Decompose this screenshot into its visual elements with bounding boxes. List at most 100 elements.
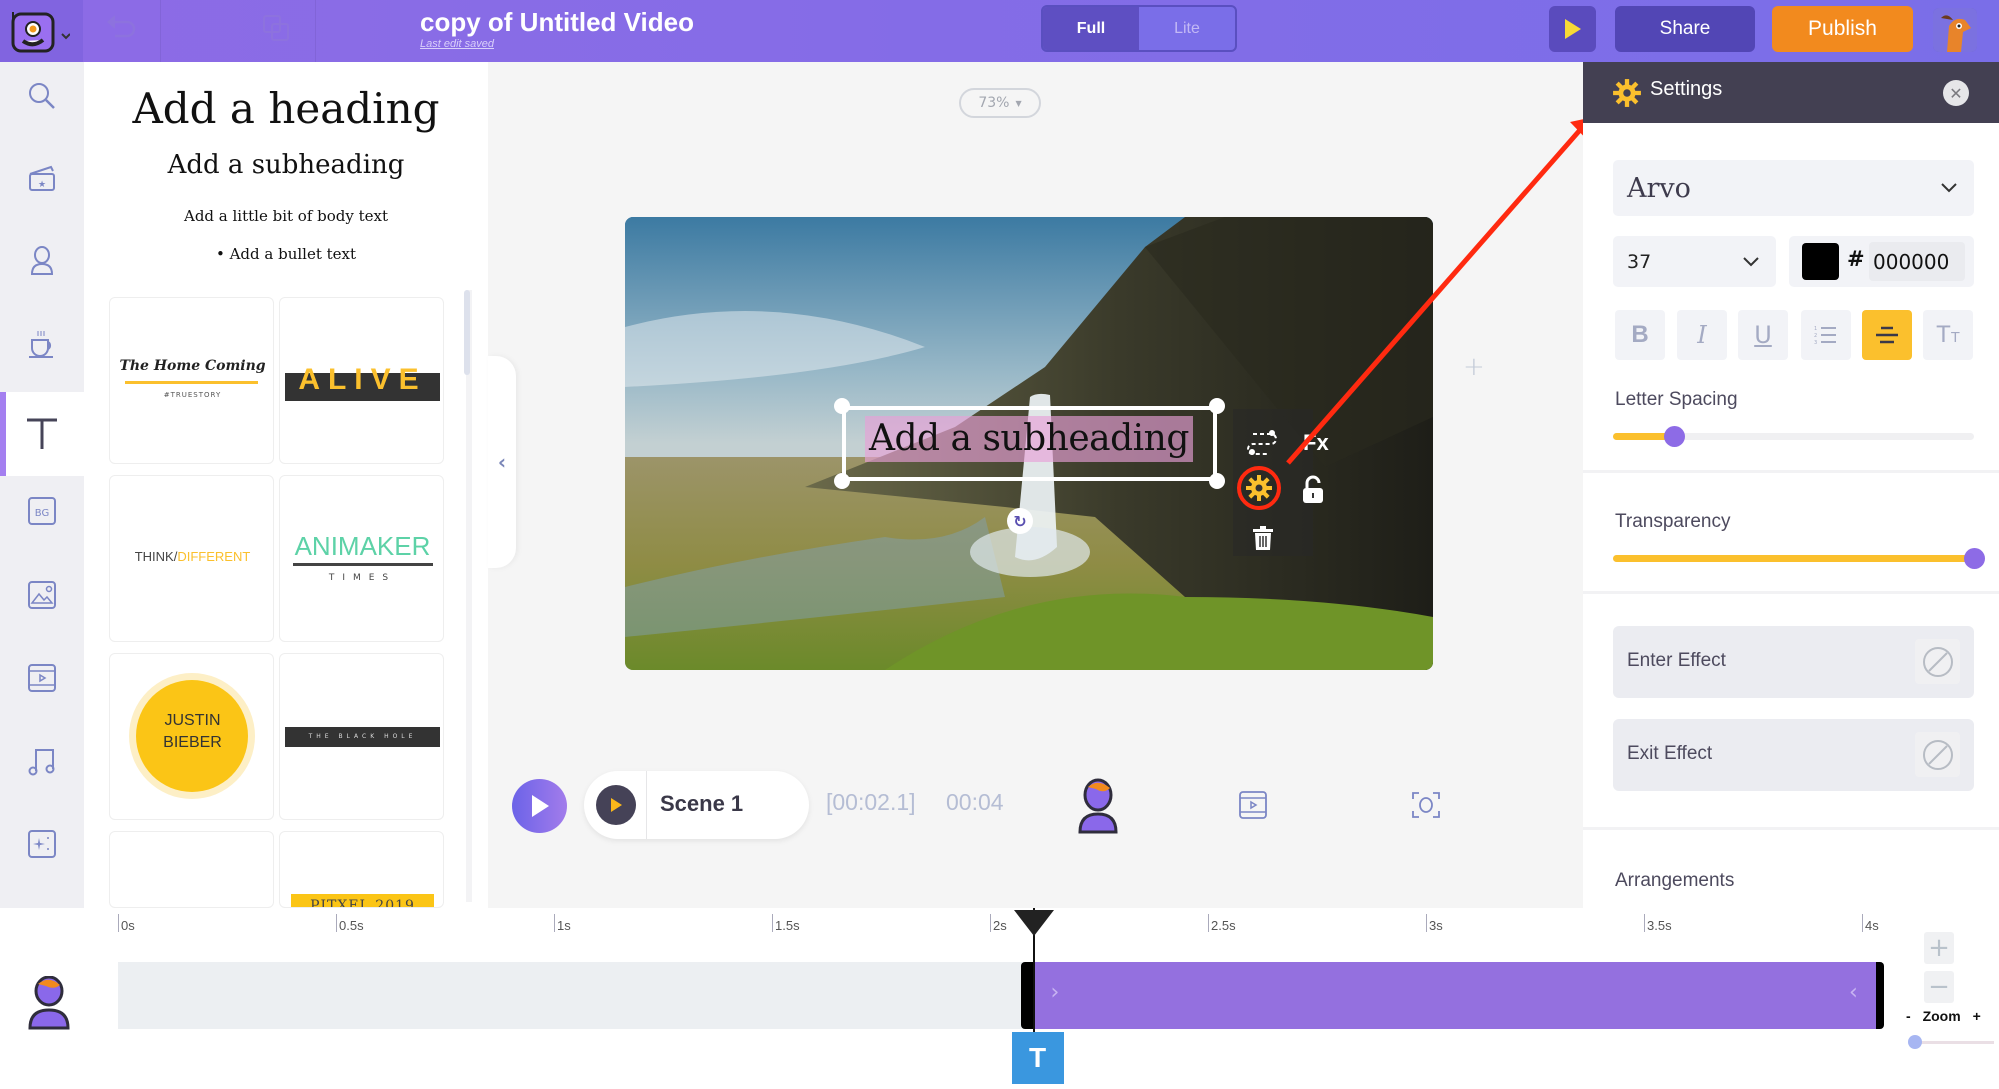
focus-icon (1412, 792, 1440, 818)
timeline-zoom-out-button[interactable]: − (1924, 971, 1954, 1003)
panel-scrollbar-thumb[interactable] (464, 290, 470, 375)
collapse-panel-button[interactable]: ‹ (488, 356, 516, 568)
text-item-bar[interactable]: › ‹ (1020, 962, 1884, 1029)
transparency-slider[interactable] (1613, 548, 1985, 569)
text-template-card[interactable] (109, 831, 274, 908)
close-settings-button[interactable]: ✕ (1943, 80, 1969, 106)
ruler-tick (990, 914, 991, 932)
letter-spacing-slider[interactable] (1613, 426, 1974, 447)
text-template-card[interactable]: THINK/DIFFERENT (109, 475, 274, 642)
timeline-zoom-thumb[interactable] (1908, 1035, 1922, 1049)
timeline-ruler[interactable]: 0s 0.5s 1s 1.5s 2s 2.5s 3s 3.5s 4s (0, 908, 1999, 948)
text-template-card[interactable]: JUSTIN BIEBER (109, 653, 274, 820)
no-effect-icon (1915, 639, 1960, 684)
bullet-text-label: Add a bullet text (229, 245, 357, 263)
rotate-handle[interactable]: ↻ (1007, 508, 1033, 534)
align-center-button[interactable] (1862, 310, 1912, 360)
add-subheading-option[interactable]: Add a subheading (84, 150, 488, 180)
timeline-zoom-slider[interactable] (1908, 1035, 1994, 1049)
text-template-card[interactable]: PITXEL 2019 (279, 831, 444, 908)
add-bullet-text-option[interactable]: • Add a bullet text (84, 245, 488, 263)
scene-selector[interactable]: Scene 1 (584, 771, 809, 839)
text-case-button[interactable]: TT (1923, 310, 1973, 360)
template-title: THE BLACK HOLE (285, 727, 440, 747)
mode-full-button[interactable]: Full (1043, 7, 1139, 50)
sidebar-item-music[interactable] (0, 720, 84, 802)
text-template-card[interactable]: ALIVE (279, 297, 444, 464)
sidebar-item-templates[interactable]: ★ (0, 137, 84, 219)
play-all-button[interactable] (512, 779, 567, 833)
lock-button[interactable] (1301, 475, 1325, 509)
selected-text-element[interactable]: Add a subheading (865, 416, 1193, 462)
duplicate-button[interactable] (262, 14, 292, 48)
add-body-text-option[interactable]: Add a little bit of body text (84, 207, 488, 225)
resize-handle[interactable] (834, 398, 850, 414)
text-case-icon: TT (1936, 321, 1960, 348)
video-scene-button[interactable] (1238, 790, 1268, 824)
font-family-select[interactable]: Arvo (1613, 160, 1974, 216)
chevron-right-icon[interactable]: › (1051, 980, 1060, 1005)
motion-path-button[interactable] (1247, 428, 1277, 460)
preview-play-button[interactable] (1549, 6, 1596, 52)
publish-button[interactable]: Publish (1772, 6, 1913, 52)
sidebar-item-videos[interactable] (0, 637, 84, 719)
text-template-card[interactable]: ANIMAKER TIMES (279, 475, 444, 642)
sidebar-item-effects[interactable] (0, 803, 84, 885)
undo-button[interactable] (105, 12, 137, 46)
timeline-zoom-in-button[interactable]: + (1924, 932, 1954, 964)
project-title[interactable]: copy of Untitled Video (420, 7, 694, 38)
duplicate-icon (263, 15, 289, 41)
ruler-tick (1644, 914, 1645, 932)
sidebar-item-backgrounds[interactable]: BG (0, 470, 84, 552)
character-button[interactable] (1074, 778, 1122, 838)
enter-effect-button[interactable]: Enter Effect (1613, 626, 1974, 698)
resize-handle[interactable] (1209, 473, 1225, 489)
bold-button[interactable]: B (1615, 310, 1665, 360)
panel-scrollbar[interactable] (466, 290, 472, 902)
fx-button[interactable]: Fx (1303, 430, 1329, 456)
scene-canvas[interactable]: Add a subheading ↻ Fx (625, 217, 1433, 670)
gear-icon (1246, 475, 1272, 501)
font-size-select[interactable]: 37 (1613, 236, 1776, 287)
sidebar-item-text[interactable] (0, 392, 84, 474)
delete-button[interactable] (1252, 525, 1274, 555)
arrangements-label: Arrangements (1615, 870, 1735, 891)
sidebar-item-characters[interactable] (0, 220, 84, 302)
italic-button[interactable]: I (1677, 310, 1727, 360)
text-template-card[interactable]: THE BLACK HOLE (279, 653, 444, 820)
ruler-tick (1208, 914, 1209, 932)
resize-handle[interactable] (1209, 398, 1225, 414)
sidebar-item-search[interactable] (0, 55, 84, 137)
add-scene-plus-icon[interactable]: + (1463, 352, 1485, 382)
resize-handle[interactable] (834, 473, 850, 489)
play-scene-button[interactable] (596, 785, 636, 825)
exit-effect-button[interactable]: Exit Effect (1613, 719, 1974, 791)
color-swatch[interactable] (1802, 243, 1839, 280)
playhead-handle[interactable] (1013, 910, 1054, 936)
settings-gear-button[interactable] (1245, 474, 1273, 506)
hash-label: # (1847, 247, 1865, 271)
app-menu-button[interactable] (0, 0, 83, 62)
save-status-link[interactable]: Last edit saved (420, 38, 494, 50)
canvas-zoom-select[interactable]: 73% ▼ (959, 88, 1041, 118)
camera-focus-button[interactable] (1411, 790, 1441, 824)
text-item-marker[interactable]: T (1011, 1032, 1064, 1084)
ruler-tick (336, 914, 337, 932)
add-heading-option[interactable]: Add a heading (84, 84, 488, 133)
mode-lite-button[interactable]: Lite (1139, 7, 1235, 50)
ruler-tick (772, 914, 773, 932)
mode-toggle: Full Lite (1041, 5, 1237, 52)
user-avatar[interactable] (1933, 8, 1977, 52)
sidebar-item-props[interactable] (0, 303, 84, 385)
settings-title: Settings (1650, 78, 1723, 100)
hex-color-input[interactable]: 000000 (1869, 242, 1965, 281)
chevron-left-icon[interactable]: ‹ (1849, 980, 1858, 1005)
sidebar-item-images[interactable] (0, 554, 84, 636)
text-template-card[interactable]: The Home Coming #TRUESTORY (109, 297, 274, 464)
share-button[interactable]: Share (1615, 6, 1755, 52)
list-button[interactable]: 123 (1801, 310, 1851, 360)
underline-button[interactable]: U (1738, 310, 1788, 360)
transparency-thumb[interactable] (1964, 548, 1985, 569)
letter-spacing-thumb[interactable] (1664, 426, 1686, 447)
music-note-icon (28, 749, 55, 776)
